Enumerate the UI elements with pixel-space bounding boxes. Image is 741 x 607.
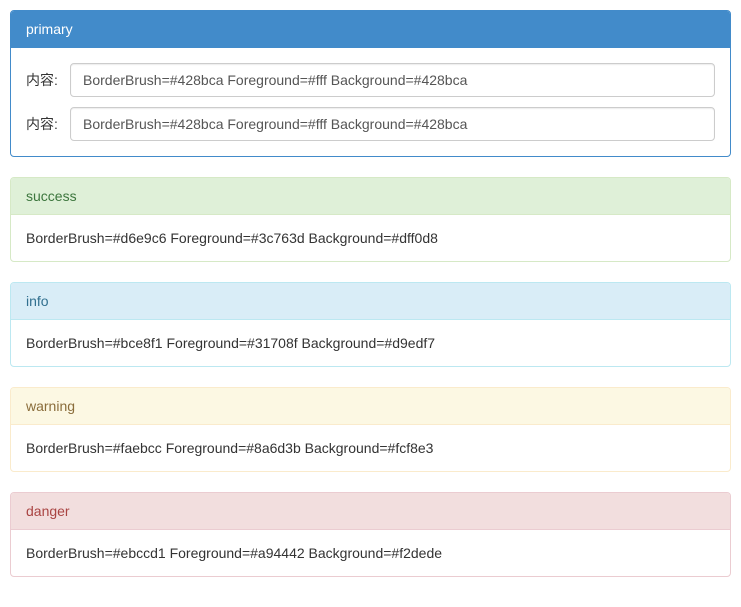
form-row: 内容:	[26, 63, 715, 97]
panel-primary-body: 内容: 内容:	[11, 48, 730, 156]
panel-warning: warning BorderBrush=#faebcc Foreground=#…	[10, 387, 731, 472]
panel-info: info BorderBrush=#bce8f1 Foreground=#317…	[10, 282, 731, 367]
panel-info-heading: info	[11, 283, 730, 320]
panel-warning-heading: warning	[11, 388, 730, 425]
panel-primary: primary 内容: 内容:	[10, 10, 731, 157]
panel-primary-heading: primary	[11, 11, 730, 48]
panel-danger: danger BorderBrush=#ebccd1 Foreground=#a…	[10, 492, 731, 577]
form-label-content-1: 内容:	[26, 70, 70, 90]
form-label-content-2: 内容:	[26, 114, 70, 134]
panel-info-body: BorderBrush=#bce8f1 Foreground=#31708f B…	[11, 320, 730, 366]
panel-success-heading: success	[11, 178, 730, 215]
panel-danger-heading: danger	[11, 493, 730, 530]
panel-danger-body: BorderBrush=#ebccd1 Foreground=#a94442 B…	[11, 530, 730, 576]
content-input-2[interactable]	[70, 107, 715, 141]
panel-warning-body: BorderBrush=#faebcc Foreground=#8a6d3b B…	[11, 425, 730, 471]
content-input-1[interactable]	[70, 63, 715, 97]
panel-success: success BorderBrush=#d6e9c6 Foreground=#…	[10, 177, 731, 262]
panel-success-body: BorderBrush=#d6e9c6 Foreground=#3c763d B…	[11, 215, 730, 261]
form-row: 内容:	[26, 107, 715, 141]
